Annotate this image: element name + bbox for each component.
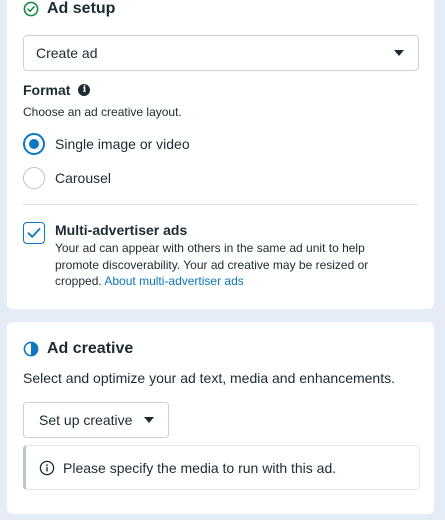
- caret-down-icon: [144, 417, 155, 423]
- multi-advertiser-checkbox[interactable]: [23, 222, 45, 244]
- multi-advertiser-learn-more-link[interactable]: About multi-advertiser ads: [104, 274, 243, 288]
- radio-label-single: Single image or video: [55, 136, 190, 152]
- radio-button-single[interactable]: [23, 133, 45, 155]
- divider: [23, 204, 419, 205]
- ad-creative-title: Ad creative: [47, 340, 134, 357]
- format-help-text: Choose an ad creative layout.: [23, 105, 182, 119]
- multi-advertiser-description: Your ad can appear with others in the sa…: [55, 240, 385, 290]
- check-circle-icon: [23, 1, 39, 17]
- radio-label-carousel: Carousel: [55, 170, 112, 186]
- ad-setup-select[interactable]: Create ad: [23, 35, 419, 71]
- radio-option-carousel[interactable]: Carousel: [23, 167, 111, 189]
- ad-creative-card: Ad creative Select and optimize your ad …: [7, 322, 434, 514]
- multi-advertiser-option: Multi-advertiser ads Your ad can appear …: [23, 222, 385, 290]
- checkmark-icon: [27, 228, 41, 238]
- radio-option-single[interactable]: Single image or video: [23, 133, 190, 155]
- ad-setup-select-value: Create ad: [36, 45, 98, 61]
- set-up-creative-label: Set up creative: [39, 412, 133, 428]
- info-icon[interactable]: i: [78, 84, 91, 96]
- ad-setup-card: Ad setup Create ad Format i Choose an ad…: [7, 0, 434, 309]
- ad-setup-header: Ad setup: [23, 0, 115, 18]
- media-notice-text: Please specify the media to run with thi…: [63, 459, 337, 476]
- info-icon: [39, 460, 55, 475]
- media-notice: Please specify the media to run with thi…: [23, 445, 420, 490]
- format-label-text: Format: [23, 82, 71, 98]
- set-up-creative-button[interactable]: Set up creative: [23, 402, 170, 438]
- ad-setup-title: Ad setup: [47, 0, 116, 17]
- radio-button-carousel[interactable]: [23, 167, 45, 189]
- multi-advertiser-title: Multi-advertiser ads: [55, 222, 188, 238]
- format-label: Format i: [23, 82, 91, 98]
- ad-creative-header: Ad creative: [23, 340, 133, 358]
- half-circle-icon: [23, 341, 39, 357]
- ad-creative-description: Select and optimize your ad text, media …: [23, 370, 395, 386]
- caret-down-icon: [394, 50, 404, 56]
